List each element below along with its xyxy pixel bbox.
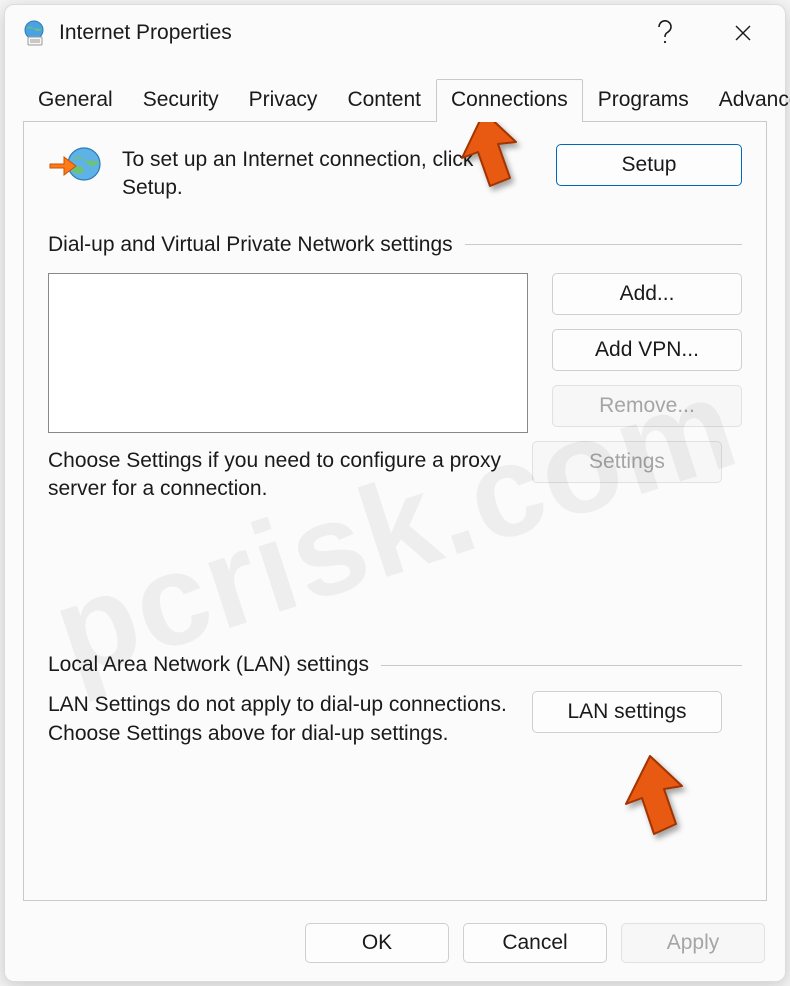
dialup-connections-listbox[interactable] [48, 273, 528, 433]
dialup-group-header: Dial-up and Virtual Private Network sett… [48, 233, 742, 257]
dialup-button-column: Add... Add VPN... Remove... [552, 273, 742, 433]
cancel-button[interactable]: Cancel [463, 923, 607, 963]
help-button[interactable] [631, 9, 699, 57]
close-button[interactable] [709, 9, 777, 57]
lan-note: LAN Settings do not apply to dial-up con… [48, 691, 508, 748]
tab-advanced[interactable]: Advanced [704, 79, 790, 122]
tab-strip: General Security Privacy Content Connect… [5, 61, 785, 121]
divider [381, 665, 742, 666]
tab-content[interactable]: Content [332, 79, 436, 122]
tab-general[interactable]: General [23, 79, 128, 122]
tab-programs[interactable]: Programs [583, 79, 704, 122]
titlebar: Internet Properties [5, 5, 785, 61]
setup-button[interactable]: Setup [556, 144, 742, 186]
dialup-note: Choose Settings if you need to configure… [48, 447, 508, 504]
annotation-arrow-icon [604, 752, 688, 846]
divider [465, 244, 742, 245]
tab-security[interactable]: Security [128, 79, 234, 122]
lan-settings-button[interactable]: LAN settings [532, 691, 722, 733]
lan-body: LAN Settings do not apply to dial-up con… [48, 691, 742, 748]
dialup-settings-button: Settings [532, 441, 722, 483]
setup-row: To set up an Internet connection, click … [48, 144, 742, 203]
dialup-header-label: Dial-up and Virtual Private Network sett… [48, 233, 453, 257]
lan-group-header: Local Area Network (LAN) settings [48, 653, 742, 677]
connections-panel: pcrisk.com To set up an Internet connect… [23, 121, 767, 901]
dialup-body: Add... Add VPN... Remove... [48, 273, 742, 433]
globe-arrow-icon [48, 144, 104, 188]
tab-privacy[interactable]: Privacy [234, 79, 333, 122]
add-vpn-button[interactable]: Add VPN... [552, 329, 742, 371]
remove-button: Remove... [552, 385, 742, 427]
setup-description: To set up an Internet connection, click … [122, 144, 538, 203]
internet-properties-window: Internet Properties General Security Pri… [4, 4, 786, 982]
tab-connections[interactable]: Connections [436, 79, 583, 122]
lan-header-label: Local Area Network (LAN) settings [48, 653, 369, 677]
dialup-lower-row: Choose Settings if you need to configure… [48, 433, 742, 504]
window-title: Internet Properties [59, 21, 232, 45]
apply-button: Apply [621, 923, 765, 963]
internet-options-icon [19, 18, 49, 48]
add-button[interactable]: Add... [552, 273, 742, 315]
ok-button[interactable]: OK [305, 923, 449, 963]
dialog-footer: OK Cancel Apply [5, 913, 785, 981]
